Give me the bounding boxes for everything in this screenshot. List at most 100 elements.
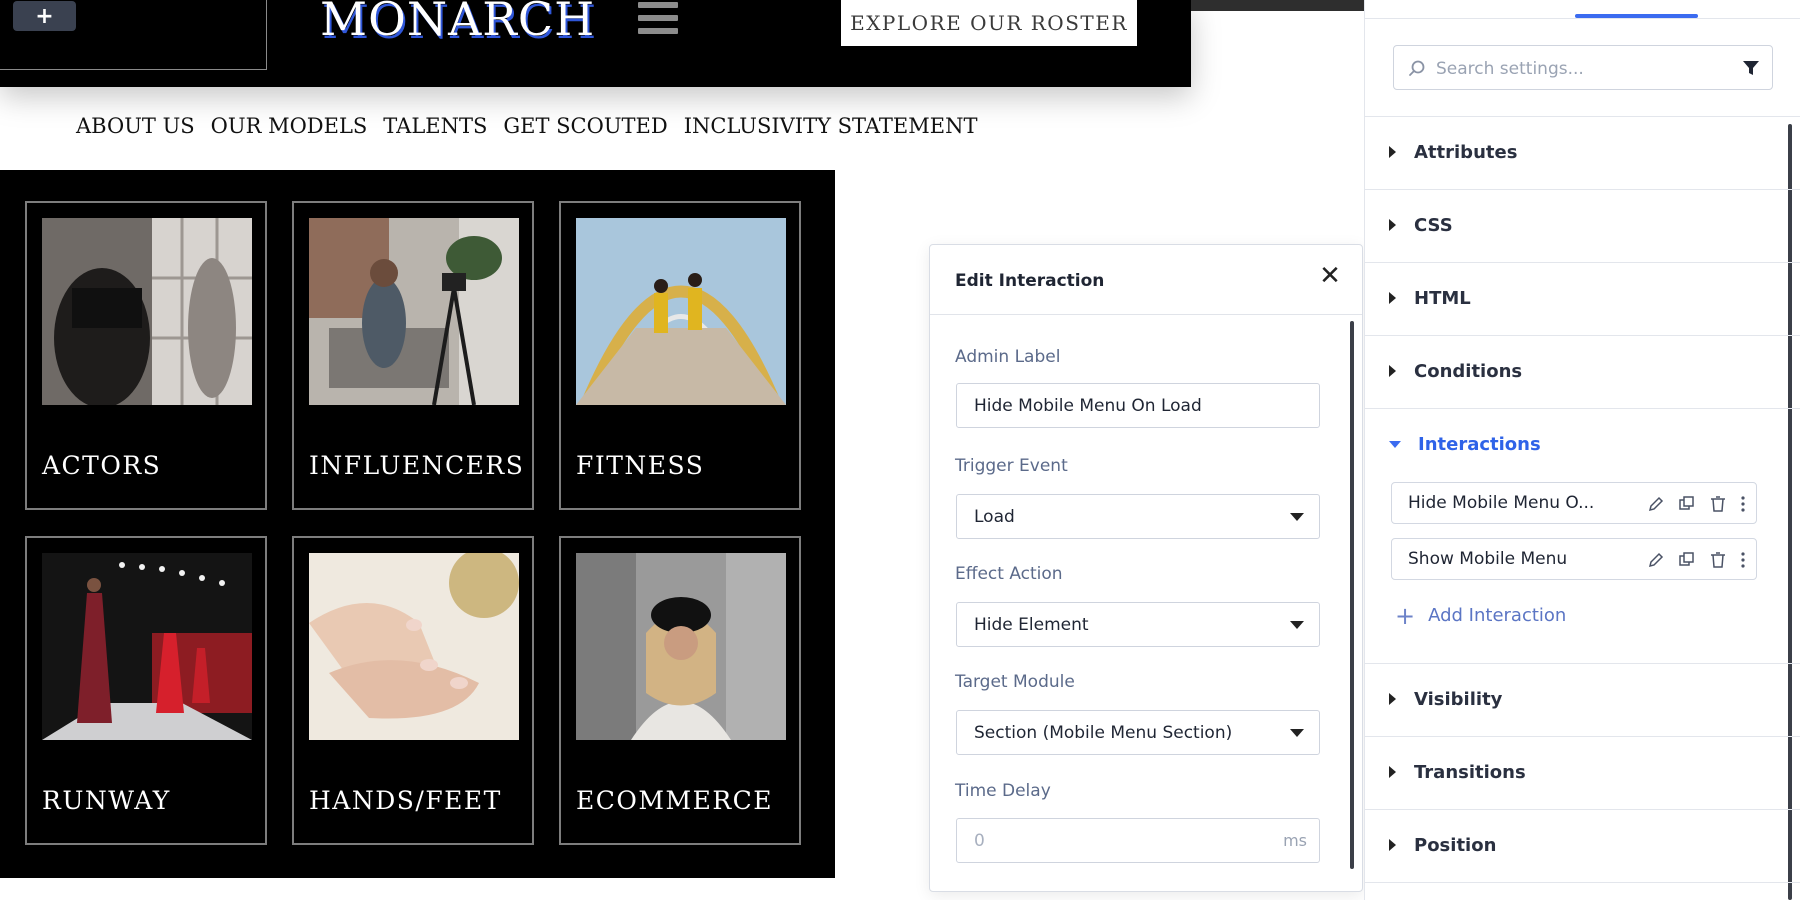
time-delay-field[interactable]: ms [956,818,1320,863]
effect-action-label: Effect Action [955,564,1063,584]
hands-feet-photo [309,553,519,740]
target-module-value: Section (Mobile Menu Section) [974,722,1233,743]
edit-icon[interactable] [1647,495,1665,513]
category-label: FITNESS [576,451,705,480]
divider [1365,189,1800,190]
trigger-event-select[interactable]: Load [956,494,1320,539]
interaction-item[interactable]: Show Mobile Menu [1391,538,1757,580]
caret-right-icon [1389,365,1396,377]
divider [1365,736,1800,737]
interaction-name: Hide Mobile Menu O... [1408,493,1595,513]
target-module-label: Target Module [955,672,1075,692]
hamburger-menu-icon[interactable] [638,2,678,34]
add-section-button[interactable]: + [13,1,76,31]
section-transitions[interactable]: Transitions [1389,760,1526,784]
add-interaction-label: Add Interaction [1428,605,1567,626]
time-delay-label: Time Delay [955,781,1051,801]
section-css[interactable]: CSS [1389,213,1453,237]
category-card-hands-feet[interactable]: HANDS/FEET [292,536,534,845]
target-module-select[interactable]: Section (Mobile Menu Section) [956,710,1320,755]
runway-photo [42,553,252,740]
nav-item-talents[interactable]: TALENTS [383,114,487,138]
sidebar-scrollbar[interactable] [1788,124,1792,900]
admin-label-label: Admin Label [955,347,1061,367]
nav-item-models[interactable]: OUR MODELS [211,114,368,138]
caret-right-icon [1389,219,1396,231]
section-interactions[interactable]: Interactions [1389,432,1541,456]
category-label: HANDS/FEET [309,786,502,815]
divider [1365,408,1800,409]
modal-scrollbar[interactable] [1350,321,1354,869]
category-card-influencers[interactable]: INFLUENCERS [292,201,534,510]
explore-roster-button[interactable]: EXPLORE OUR ROSTER [841,0,1137,46]
modal-title: Edit Interaction [955,271,1105,291]
category-label: ACTORS [42,451,162,480]
site-logo[interactable]: MONARCH [320,0,595,46]
section-html[interactable]: HTML [1389,286,1471,310]
settings-sidebar: Attributes CSS HTML Conditions Interacti… [1364,0,1800,900]
actors-photo [42,218,252,405]
effect-action-select[interactable]: Hide Element [956,602,1320,647]
trash-icon[interactable] [1709,495,1727,513]
header-strip [1191,0,1364,11]
section-label: Position [1414,834,1497,856]
divider [1365,116,1800,117]
duplicate-icon[interactable] [1678,551,1696,569]
modal-header: Edit Interaction ✕ [930,245,1362,315]
divider [1365,882,1800,883]
edit-icon[interactable] [1647,551,1665,569]
section-label: HTML [1414,287,1471,309]
effect-action-value: Hide Element [974,614,1089,635]
category-card-actors[interactable]: ACTORS [25,201,267,510]
nav-item-inclusivity[interactable]: INCLUSIVITY STATEMENT [684,114,978,138]
add-interaction-button[interactable]: + Add Interaction [1395,601,1567,630]
caret-right-icon [1389,146,1396,158]
category-card-runway[interactable]: RUNWAY [25,536,267,845]
nav-item-about[interactable]: ABOUT US [76,114,195,138]
settings-search[interactable] [1393,45,1773,90]
category-card-fitness[interactable]: FITNESS [559,201,801,510]
interaction-item[interactable]: Hide Mobile Menu O... [1391,482,1757,524]
close-icon[interactable]: ✕ [1318,263,1342,289]
section-position[interactable]: Position [1389,833,1496,857]
time-delay-input[interactable] [974,830,1302,851]
divider [1365,335,1800,336]
divider [1365,663,1800,664]
caret-down-icon [1290,621,1304,629]
fitness-photo [576,218,786,405]
tab-divider [1365,18,1800,19]
more-icon[interactable] [1740,551,1746,569]
search-icon [1409,60,1425,76]
ecommerce-photo [576,553,786,740]
more-icon[interactable] [1740,495,1746,513]
plus-icon: + [1395,601,1416,630]
admin-label-field[interactable] [956,383,1320,428]
influencers-photo [309,218,519,405]
section-attributes[interactable]: Attributes [1389,140,1517,164]
category-card-ecommerce[interactable]: ECOMMERCE [559,536,801,845]
category-gallery: ACTORS INFLUENCERS FITNESS RUNWAY HANDS/… [0,170,835,878]
site-nav: ABOUT US OUR MODELS TALENTS GET SCOUTED … [76,114,977,138]
admin-label-input[interactable] [974,395,1302,416]
divider [1365,809,1800,810]
category-label: INFLUENCERS [309,451,525,480]
search-settings-input[interactable] [1434,58,1738,80]
section-conditions[interactable]: Conditions [1389,359,1522,383]
caret-right-icon [1389,292,1396,304]
section-label: Attributes [1414,141,1518,163]
duplicate-icon[interactable] [1678,495,1696,513]
section-label: Transitions [1414,761,1526,783]
section-label: Visibility [1414,688,1503,710]
category-label: RUNWAY [42,786,171,815]
trigger-event-label: Trigger Event [955,456,1068,476]
trigger-event-value: Load [974,506,1015,527]
section-visibility[interactable]: Visibility [1389,687,1502,711]
filter-icon[interactable] [1742,59,1760,77]
interaction-name: Show Mobile Menu [1408,549,1568,569]
nav-item-scouted[interactable]: GET SCOUTED [503,114,667,138]
caret-right-icon [1389,693,1396,705]
category-label: ECOMMERCE [576,786,774,815]
caret-right-icon [1389,766,1396,778]
trash-icon[interactable] [1709,551,1727,569]
section-label: CSS [1414,214,1453,236]
